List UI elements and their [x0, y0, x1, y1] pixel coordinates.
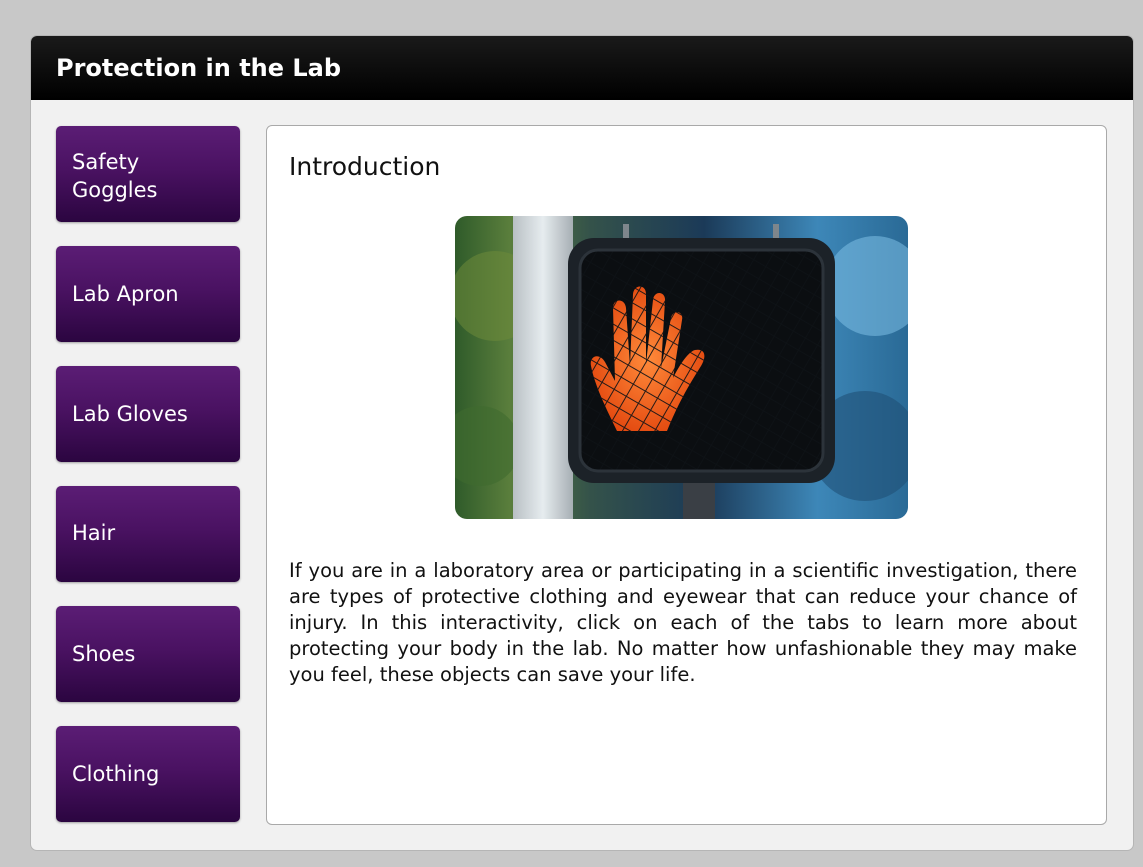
tab-shoes[interactable]: Shoes [56, 606, 240, 702]
tab-label: Lab Apron [72, 282, 179, 306]
tab-lab-apron[interactable]: Lab Apron [56, 246, 240, 342]
tab-label: Clothing [72, 762, 160, 786]
tab-label: Hair [72, 521, 116, 545]
tab-hair[interactable]: Hair [56, 486, 240, 582]
lesson-window: Protection in the Lab Safety Goggles Lab… [31, 36, 1133, 850]
intro-paragraph: If you are in a laboratory area or parti… [289, 559, 1077, 686]
tab-lab-gloves[interactable]: Lab Gloves [56, 366, 240, 462]
tab-label: Shoes [72, 642, 136, 666]
window-title: Protection in the Lab [31, 36, 1133, 100]
stop-hand-signal-icon [455, 216, 908, 519]
content-panel: Introduction If you are in a laboratory … [266, 125, 1107, 825]
tab-safety-goggles[interactable]: Safety Goggles [56, 126, 240, 222]
tab-label: Safety Goggles [72, 150, 158, 202]
content-heading: Introduction [289, 152, 441, 181]
tab-clothing[interactable]: Clothing [56, 726, 240, 822]
tab-label: Lab Gloves [72, 402, 188, 426]
crosswalk-signal-image [455, 216, 908, 519]
